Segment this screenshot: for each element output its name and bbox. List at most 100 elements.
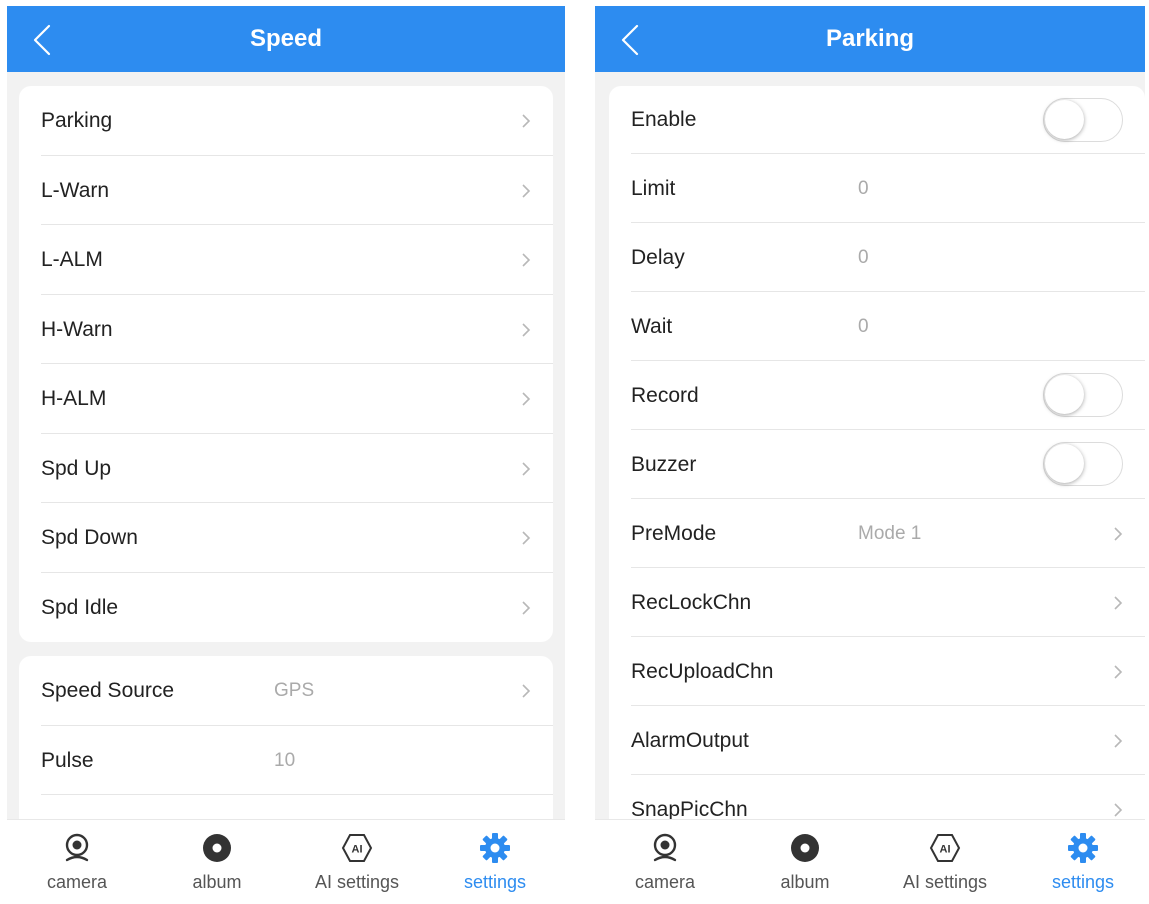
page-title: Parking bbox=[825, 25, 915, 52]
toggle-knob bbox=[1045, 444, 1084, 483]
speed-screen: Speed Parking L-Warn L-ALM H-Warn H-ALM … bbox=[7, 6, 565, 904]
setting-label: Limit bbox=[631, 177, 676, 200]
record-toggle[interactable] bbox=[1043, 373, 1123, 417]
enable-toggle[interactable] bbox=[1043, 98, 1123, 142]
tab-label: camera bbox=[46, 872, 108, 892]
setting-label: PreMode bbox=[631, 522, 717, 545]
chevron-right-icon bbox=[1114, 527, 1123, 541]
menu-item-h-warn[interactable]: H-Warn bbox=[19, 295, 553, 365]
menu-item-l-warn[interactable]: L-Warn bbox=[19, 156, 553, 226]
menu-item-label: Spd Idle bbox=[41, 595, 119, 619]
setting-alarmoutput[interactable]: AlarmOutput bbox=[609, 706, 1145, 775]
album-icon bbox=[203, 834, 231, 862]
chevron-right-icon bbox=[522, 114, 531, 128]
camera-icon bbox=[653, 833, 677, 862]
setting-label: RecUploadChn bbox=[631, 660, 774, 683]
menu-item-h-alm[interactable]: H-ALM bbox=[19, 364, 553, 434]
setting-reclockchn[interactable]: RecLockChn bbox=[609, 568, 1145, 637]
speed-menu-card: Parking L-Warn L-ALM H-Warn H-ALM Spd Up… bbox=[19, 86, 553, 642]
tab-label: album bbox=[780, 872, 830, 892]
setting-value: GPS bbox=[274, 680, 315, 701]
setting-label: Buzzer bbox=[631, 453, 697, 476]
chevron-right-icon bbox=[1114, 803, 1123, 817]
menu-item-spd-idle[interactable]: Spd Idle bbox=[19, 573, 553, 643]
chevron-right-icon bbox=[522, 253, 531, 267]
menu-item-parking[interactable]: Parking bbox=[19, 86, 553, 156]
back-arrow-icon[interactable] bbox=[25, 22, 61, 58]
menu-item-label: Spd Down bbox=[41, 526, 138, 549]
setting-label: Wait bbox=[631, 315, 673, 338]
tab-label: settings bbox=[1051, 872, 1115, 892]
setting-buzzer: Buzzer bbox=[609, 430, 1145, 499]
album-icon bbox=[791, 834, 819, 862]
chevron-right-icon bbox=[1114, 596, 1123, 610]
tab-label: AI settings bbox=[314, 872, 400, 892]
menu-item-label: L-ALM bbox=[41, 248, 103, 271]
tab-ai-settings[interactable]: AI AI settings bbox=[885, 820, 1005, 904]
setting-value: 0 bbox=[858, 247, 869, 268]
menu-item-label: H-Warn bbox=[41, 317, 113, 341]
menu-item-label: H-ALM bbox=[41, 387, 107, 410]
tab-album[interactable]: album bbox=[745, 820, 865, 904]
back-arrow-icon[interactable] bbox=[613, 22, 649, 58]
setting-value: 0 bbox=[858, 316, 869, 337]
chevron-right-icon bbox=[522, 531, 531, 545]
setting-enable: Enable bbox=[609, 86, 1145, 154]
parking-settings-card: Enable Limit 0 Delay 0 Wait 0 Record Buz… bbox=[609, 86, 1145, 846]
tab-camera[interactable]: camera bbox=[605, 820, 725, 904]
chevron-right-icon bbox=[522, 322, 531, 337]
menu-item-label: L-Warn bbox=[41, 178, 110, 202]
tab-label: settings bbox=[463, 872, 527, 892]
menu-item-spd-down[interactable]: Spd Down bbox=[19, 503, 553, 573]
page-title: Speed bbox=[249, 25, 323, 52]
toggle-knob bbox=[1045, 375, 1084, 414]
ai-icon: AI bbox=[929, 834, 961, 862]
tab-label: album bbox=[192, 872, 242, 892]
chevron-right-icon bbox=[522, 392, 531, 406]
setting-label: AlarmOutput bbox=[631, 729, 749, 752]
tab-camera[interactable]: camera bbox=[17, 820, 137, 904]
tab-label: camera bbox=[634, 872, 696, 892]
menu-item-l-alm[interactable]: L-ALM bbox=[19, 225, 553, 295]
header: Speed bbox=[7, 6, 565, 72]
setting-label: Delay bbox=[631, 246, 685, 269]
tab-settings[interactable]: settings bbox=[435, 820, 555, 904]
chevron-right-icon bbox=[1114, 734, 1123, 748]
chevron-right-icon bbox=[522, 183, 531, 198]
setting-premode[interactable]: PreMode Mode 1 bbox=[609, 499, 1145, 568]
bottom-tab-bar: camera album AI AI settings settings bbox=[7, 819, 565, 904]
tab-ai-settings[interactable]: AI AI settings bbox=[297, 820, 417, 904]
setting-recuploadchn[interactable]: RecUploadChn bbox=[609, 637, 1145, 706]
gear-icon bbox=[480, 833, 510, 863]
chevron-right-icon bbox=[522, 684, 531, 698]
setting-label: Pulse bbox=[41, 748, 94, 772]
setting-value: Mode 1 bbox=[858, 523, 922, 544]
tab-settings[interactable]: settings bbox=[1023, 820, 1143, 904]
menu-item-spd-up[interactable]: Spd Up bbox=[19, 434, 553, 504]
toggle-knob bbox=[1045, 100, 1084, 139]
tab-label: AI settings bbox=[902, 872, 988, 892]
setting-value: 10 bbox=[274, 749, 296, 771]
parking-screen: Parking Enable Limit 0 Delay 0 Wait 0 Re… bbox=[595, 6, 1145, 904]
bottom-tab-bar: camera album AI AI settings settings bbox=[595, 819, 1145, 904]
setting-label: RecLockChn bbox=[631, 591, 752, 614]
setting-label: Speed Source bbox=[41, 679, 175, 702]
setting-record: Record bbox=[609, 361, 1145, 430]
chevron-right-icon bbox=[522, 600, 531, 615]
chevron-right-icon bbox=[1114, 665, 1123, 679]
setting-pulse[interactable]: Pulse 10 bbox=[19, 726, 553, 796]
setting-delay[interactable]: Delay 0 bbox=[609, 223, 1145, 292]
menu-item-label: Spd Up bbox=[41, 456, 112, 480]
setting-label: Record bbox=[631, 384, 699, 407]
buzzer-toggle[interactable] bbox=[1043, 442, 1123, 486]
menu-item-label: Parking bbox=[41, 109, 113, 132]
gear-icon bbox=[1068, 833, 1098, 863]
setting-speed-source[interactable]: Speed Source GPS bbox=[19, 656, 553, 726]
chevron-right-icon bbox=[522, 461, 531, 476]
svg-text:AI: AI bbox=[352, 844, 363, 856]
setting-limit[interactable]: Limit 0 bbox=[609, 154, 1145, 223]
tab-album[interactable]: album bbox=[157, 820, 277, 904]
setting-wait[interactable]: Wait 0 bbox=[609, 292, 1145, 361]
setting-value: 0 bbox=[858, 178, 869, 199]
camera-icon bbox=[65, 833, 89, 862]
